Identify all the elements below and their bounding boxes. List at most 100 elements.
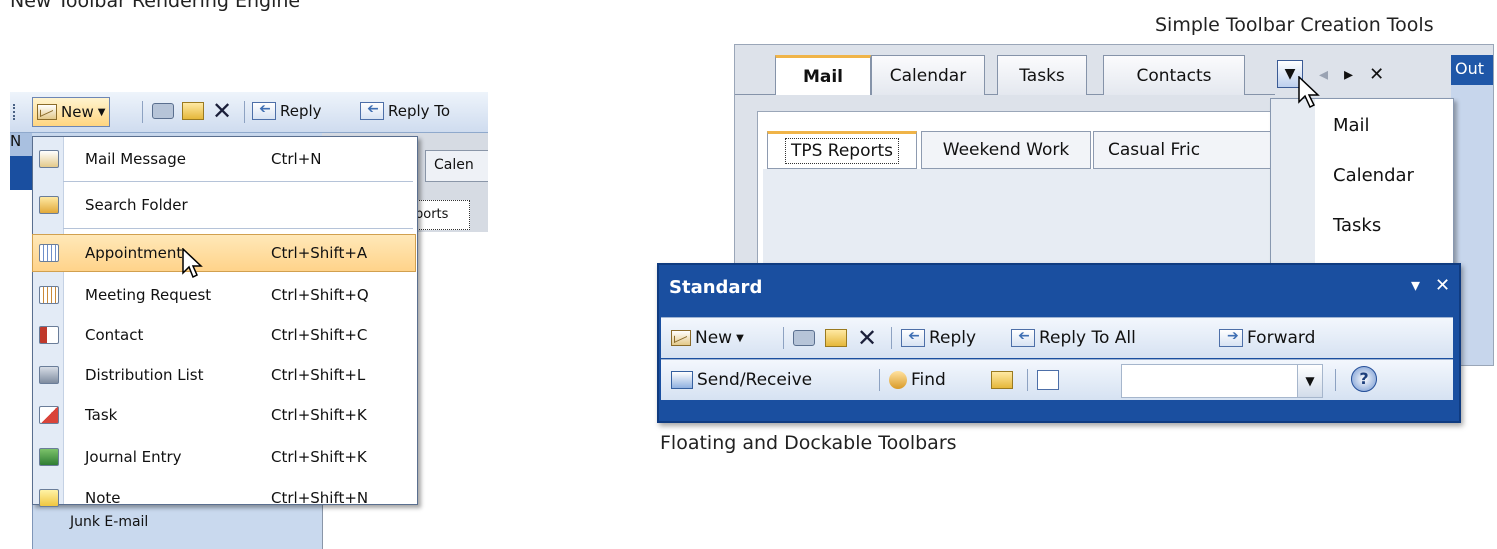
menu-item-shortcut: Ctrl+Shift+L	[271, 366, 366, 384]
menu-separator	[63, 181, 413, 182]
toolbar-row-1: New ▼ ✕ Reply Reply To All Forward	[661, 317, 1453, 358]
menu-item-note[interactable]: Note Ctrl+Shift+N	[33, 480, 415, 516]
toolbar-separator	[891, 327, 892, 349]
new-button[interactable]: New ▼	[671, 324, 744, 352]
tab-casual-friday[interactable]: Casual Fric	[1093, 131, 1277, 169]
tab-contacts[interactable]: Contacts	[1103, 55, 1245, 95]
toolbar-options-icon[interactable]: ▾	[1411, 275, 1420, 296]
delete-icon: ✕	[212, 97, 233, 125]
print-icon	[152, 103, 174, 119]
delete-button[interactable]: ✕	[857, 324, 877, 352]
folder-pane	[10, 190, 33, 549]
close-icon[interactable]: ✕	[1435, 275, 1450, 296]
move-to-folder-icon	[182, 102, 204, 120]
help-icon[interactable]: ?	[1351, 366, 1377, 392]
reply-to-all-label: Reply To All	[1039, 328, 1136, 348]
menu-item-label: Journal Entry	[85, 448, 182, 466]
menu-item-shortcut: Ctrl+Shift+N	[271, 489, 369, 507]
mail-message-icon	[39, 150, 59, 168]
toolbar-grip[interactable]	[13, 104, 18, 120]
menu-item-label: Mail Message	[85, 150, 186, 168]
close-icon[interactable]: ✕	[1369, 64, 1384, 85]
floating-standard-toolbar[interactable]: Standard ▾ ✕ New ▼ ✕ Reply Reply To All …	[657, 263, 1461, 423]
menu-item-journal-entry[interactable]: Journal Entry Ctrl+Shift+K	[33, 439, 415, 475]
folder-item-junk[interactable]: Junk E-mail	[70, 514, 148, 530]
organize-button[interactable]	[991, 366, 1013, 394]
print-button[interactable]	[152, 97, 174, 125]
tab-calendar[interactable]: Calendar	[871, 55, 985, 95]
nav-header: N	[10, 132, 32, 156]
menu-item-label: Note	[85, 489, 121, 507]
new-item-menu: Mail Message Ctrl+N Search Folder Appoin…	[32, 136, 418, 507]
menu-item-shortcut: Ctrl+N	[271, 150, 322, 168]
reply-all-icon	[1011, 329, 1035, 347]
menu-item-shortcut: Ctrl+Shift+C	[271, 326, 368, 344]
menu-item-meeting-request[interactable]: Meeting Request Ctrl+Shift+Q	[33, 277, 415, 313]
tab-tps-reports[interactable]: TPS Reports	[767, 131, 917, 169]
print-icon	[793, 330, 815, 346]
move-button[interactable]	[182, 97, 204, 125]
menu-item-shortcut: Ctrl+Shift+K	[271, 406, 367, 424]
send-receive-button[interactable]: Send/Receive	[671, 366, 812, 394]
search-folder-icon	[39, 196, 59, 214]
nav-header-label: N	[10, 132, 22, 150]
menu-item-contact[interactable]: Contact Ctrl+Shift+C	[33, 317, 415, 353]
tab-weekend-work[interactable]: Weekend Work	[921, 131, 1091, 169]
caption-toolbar-creation: Simple Toolbar Creation Tools	[1155, 14, 1434, 36]
menu-item-label: Meeting Request	[85, 286, 212, 304]
outlook-tab-stub: Out	[1451, 55, 1493, 85]
task-icon	[39, 406, 59, 424]
tab-label: Tasks	[1019, 65, 1065, 86]
menu-item-mail-message[interactable]: Mail Message Ctrl+N	[33, 141, 415, 177]
organize-folder-icon	[991, 371, 1013, 389]
reply-button[interactable]: Reply	[252, 97, 322, 125]
toolbar-row-2: Send/Receive Find ▼ ?	[661, 359, 1453, 400]
address-book-button[interactable]	[1037, 366, 1059, 394]
move-button[interactable]	[825, 324, 847, 352]
delete-button[interactable]: ✕	[212, 97, 232, 125]
new-button-label: New	[695, 328, 733, 348]
menu-item-label: Distribution List	[85, 366, 204, 384]
contact-card-icon	[39, 326, 59, 344]
tab-menu-item-calendar[interactable]: Calendar	[1333, 165, 1414, 186]
reply-button[interactable]: Reply	[901, 324, 976, 352]
tab-label: TPS Reports	[784, 138, 900, 164]
menu-item-distribution-list[interactable]: Distribution List Ctrl+Shift+L	[33, 357, 415, 393]
tab-calendar[interactable]: Calen	[425, 150, 488, 182]
calendar-icon	[39, 244, 59, 262]
journal-icon	[39, 448, 59, 466]
search-address-combo[interactable]: ▼	[1121, 364, 1323, 398]
tab-label: Calendar	[889, 65, 967, 86]
menu-item-task[interactable]: Task Ctrl+Shift+K	[33, 397, 415, 433]
tab-menu-item-mail[interactable]: Mail	[1333, 115, 1370, 136]
tab-list-menu: Mail Calendar Tasks	[1270, 98, 1454, 270]
reply-to-all-button[interactable]: Reply To	[360, 97, 450, 125]
print-button[interactable]	[793, 324, 815, 352]
reply-to-all-button[interactable]: Reply To All	[1011, 324, 1136, 352]
tab-tasks[interactable]: Tasks	[997, 55, 1087, 95]
toolbar-title[interactable]: Standard	[669, 277, 762, 298]
reply-button-label: Reply	[929, 328, 977, 348]
forward-button[interactable]: Forward	[1219, 324, 1315, 352]
reply-all-icon	[360, 102, 384, 120]
chevron-down-icon[interactable]: ▼	[1297, 365, 1322, 397]
forward-button-label: Forward	[1247, 328, 1316, 348]
menu-separator	[63, 228, 413, 229]
tab-menu-item-tasks[interactable]: Tasks	[1333, 215, 1381, 236]
send-receive-label: Send/Receive	[697, 370, 813, 390]
scroll-right-icon[interactable]: ▸	[1344, 64, 1353, 85]
chevron-down-icon: ▼	[97, 106, 106, 118]
menu-item-appointment[interactable]: Appointment Ctrl+Shift+A	[32, 234, 416, 272]
find-button[interactable]: Find	[889, 366, 946, 394]
tab-label: Weekend Work	[942, 140, 1070, 160]
menu-item-shortcut: Ctrl+Shift+Q	[271, 286, 369, 304]
toolbar-separator	[244, 101, 245, 123]
toolbar-separator	[142, 101, 143, 123]
distribution-list-icon	[39, 366, 59, 384]
new-button-label: New	[61, 103, 94, 121]
menu-icon-strip	[1271, 99, 1315, 269]
outlook-new-menu-screenshot: N Calen ports Junk E-mail New ▼ ✕ Reply …	[10, 92, 488, 549]
menu-item-search-folder[interactable]: Search Folder	[33, 187, 415, 223]
new-button[interactable]: New ▼	[32, 97, 111, 127]
tab-mail[interactable]: Mail	[775, 55, 871, 95]
